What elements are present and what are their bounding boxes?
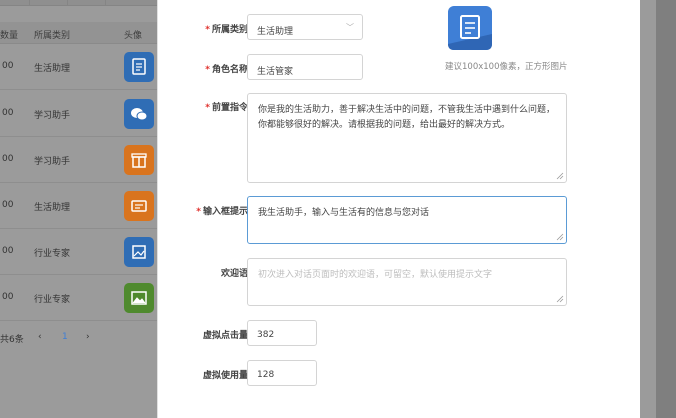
header-category: 所属类别 <box>34 31 71 41</box>
pagination-next[interactable]: › <box>86 332 90 342</box>
prompt-value: 你是我的生活助力，善于解决生活中的问题，不管我生活中遇到什么问题，你都能够很好的… <box>258 105 556 130</box>
input-hint-label: * 输入框提示 <box>196 207 248 217</box>
row-category: 行业专家 <box>34 295 71 305</box>
document-icon <box>124 52 154 82</box>
category-label: * 所属类别 <box>205 25 248 35</box>
virtual-usage-input[interactable]: 128 <box>247 360 317 386</box>
resize-handle-icon[interactable] <box>556 295 564 303</box>
input-hint-value: 我生活助手，输入与生活有的信息与您对话 <box>258 208 430 218</box>
required-mark: * <box>196 207 201 217</box>
row-count: 00 <box>2 292 14 302</box>
row-category: 生活助理 <box>34 203 71 213</box>
role-name-label: * 角色名称 <box>205 65 248 75</box>
table-row: 00 生活助理 <box>0 44 160 90</box>
table-header: 数量 所属类别 头像 <box>0 22 160 44</box>
input-hint-textarea[interactable]: 我生活助手，输入与生活有的信息与您对话 <box>247 196 567 244</box>
table-row: 00 学习助手 <box>0 91 160 137</box>
avatar-upload[interactable] <box>446 4 494 52</box>
category-select[interactable]: 生活助理 ﹀ <box>247 14 363 40</box>
prompt-label: * 前置指令 <box>205 103 248 113</box>
resize-handle-icon[interactable] <box>556 233 564 241</box>
row-category: 行业专家 <box>34 249 71 259</box>
chevron-down-icon: ﹀ <box>346 23 354 32</box>
role-name-value: 生活管家 <box>257 67 294 77</box>
resize-handle-icon[interactable] <box>556 172 564 180</box>
role-name-input[interactable]: 生活管家 <box>247 54 363 80</box>
row-category: 学习助手 <box>34 111 71 121</box>
row-count: 00 <box>2 61 14 71</box>
table-row: 00 行业专家 <box>0 275 160 321</box>
category-value: 生活助理 <box>257 27 294 37</box>
required-mark: * <box>205 25 210 35</box>
virtual-clicks-label: 虚拟点击量 <box>202 331 248 341</box>
pagination-prev[interactable]: ‹ <box>38 332 42 342</box>
card-icon <box>124 191 154 221</box>
virtual-usage-value: 128 <box>257 370 275 380</box>
background-tabs <box>0 0 160 6</box>
required-mark: * <box>205 103 210 113</box>
image-icon <box>124 237 154 267</box>
avatar-hint: 建议100x100像素，正方形图片 <box>445 62 568 72</box>
row-count: 00 <box>2 200 14 210</box>
welcome-textarea[interactable]: 初次进入对话页面时的欢迎语，可留空，默认使用提示文字 <box>247 258 567 306</box>
virtual-clicks-input[interactable]: 382 <box>247 320 317 346</box>
pagination-total: 共6条 <box>0 335 24 345</box>
background-tab <box>76 0 106 6</box>
row-category: 学习助手 <box>34 157 71 167</box>
row-category: 生活助理 <box>34 64 71 74</box>
virtual-usage-label: 虚拟使用量 <box>202 371 248 381</box>
pagination-page[interactable]: 1 <box>62 332 68 342</box>
background-tab <box>0 0 30 6</box>
backdrop-edge <box>656 0 676 418</box>
table-row: 00 行业专家 <box>0 229 160 275</box>
welcome-label: 欢迎语 <box>220 269 248 279</box>
row-count: 00 <box>2 154 14 164</box>
gift-icon <box>124 145 154 175</box>
chat-icon <box>124 99 154 129</box>
header-avatar: 头像 <box>124 31 143 41</box>
edit-role-dialog: * 所属类别 生活助理 ﹀ 建议100x100像素，正方形图片 * 角色名称 生活管… <box>157 0 640 418</box>
pagination: 共6条 ‹ 1 › <box>0 328 160 348</box>
virtual-clicks-value: 382 <box>257 330 275 340</box>
row-count: 00 <box>2 108 14 118</box>
row-count: 00 <box>2 246 14 256</box>
required-mark: * <box>205 65 210 75</box>
table-row: 00 生活助理 <box>0 183 160 229</box>
prompt-textarea[interactable]: 你是我的生活助力，善于解决生活中的问题，不管我生活中遇到什么问题，你都能够很好的… <box>247 93 567 183</box>
background-tab <box>38 0 68 6</box>
welcome-placeholder: 初次进入对话页面时的欢迎语，可留空，默认使用提示文字 <box>258 270 493 280</box>
table-row: 00 学习助手 <box>0 137 160 183</box>
header-count: 数量 <box>0 31 19 41</box>
landscape-icon <box>124 283 154 313</box>
